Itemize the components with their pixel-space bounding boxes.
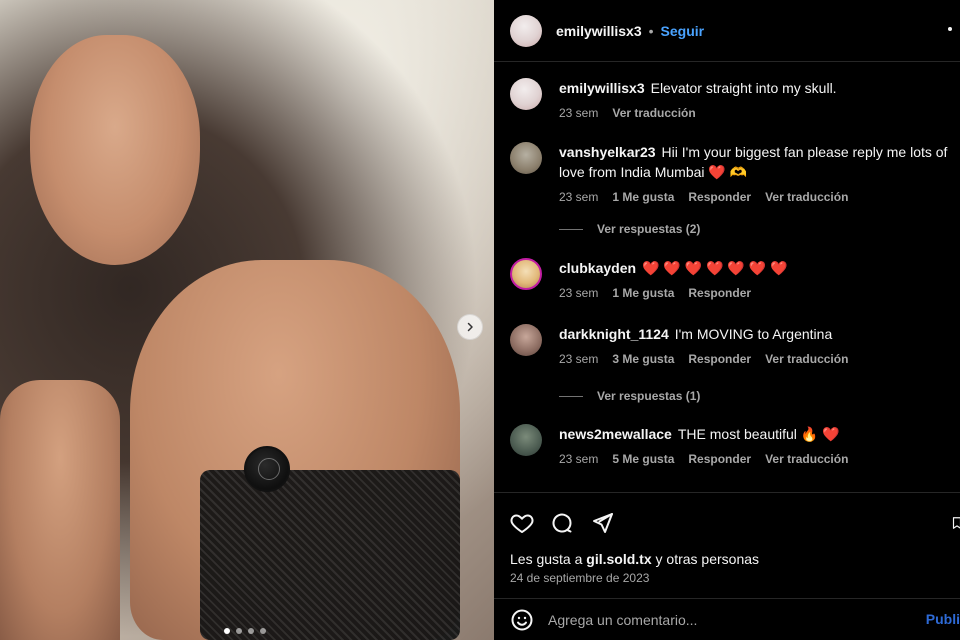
- view-replies-label[interactable]: Ver respuestas (1): [597, 389, 700, 403]
- comment-icon: [552, 513, 572, 533]
- comment-avatar[interactable]: [510, 324, 542, 356]
- smiley-icon[interactable]: [510, 608, 534, 632]
- comment-avatar[interactable]: [510, 258, 542, 290]
- comment-text: ❤️ ❤️ ❤️ ❤️ ❤️ ❤️ ❤️: [642, 260, 788, 276]
- comment-icon[interactable]: [550, 511, 574, 535]
- translate-link[interactable]: Ver traducción: [612, 106, 695, 120]
- replies-divider: [559, 395, 583, 397]
- next-media-button[interactable]: [457, 314, 483, 340]
- reply-button[interactable]: Responder: [688, 452, 751, 466]
- publish-button[interactable]: Publi: [926, 611, 960, 627]
- comment-meta: 23 sem 3 Me gusta Responder Ver traducci…: [559, 352, 954, 366]
- carousel-dots: [224, 628, 266, 634]
- action-icons: [510, 511, 614, 535]
- comments-list: emilywillisx3 Elevator straight into my s…: [494, 62, 960, 492]
- comment-likes[interactable]: 1 Me gusta: [612, 190, 674, 204]
- comment-username[interactable]: vanshyelkar23: [559, 144, 656, 160]
- carousel-dot: [224, 628, 230, 634]
- comment-likes[interactable]: 1 Me gusta: [612, 286, 674, 300]
- reply-button[interactable]: Responder: [688, 190, 751, 204]
- comment-time: 23 sem: [559, 190, 599, 204]
- comment-meta: 23 sem 1 Me gusta Responder: [559, 286, 954, 300]
- header-separator: •: [648, 22, 654, 39]
- view-replies-label[interactable]: Ver respuestas (2): [597, 222, 700, 236]
- comment-line: clubkayden ❤️ ❤️ ❤️ ❤️ ❤️ ❤️ ❤️: [559, 258, 954, 278]
- comment-content: news2mewallace THE most beautiful 🔥 ❤️ 23…: [559, 424, 954, 466]
- heart-icon: [510, 514, 534, 533]
- bookmark-icon: [952, 517, 960, 529]
- comment-text: THE most beautiful 🔥 ❤️: [677, 426, 840, 442]
- comment-username[interactable]: clubkayden: [559, 260, 636, 276]
- comment-time: 23 sem: [559, 352, 599, 366]
- replies-divider: [559, 228, 583, 230]
- send-icon: [593, 513, 613, 533]
- translate-link[interactable]: Ver traducción: [765, 352, 848, 366]
- comment-line: news2mewallace THE most beautiful 🔥 ❤️: [559, 424, 954, 444]
- media-pendant: [244, 446, 290, 492]
- carousel-dot: [260, 628, 266, 634]
- comment-likes[interactable]: 5 Me gusta: [612, 452, 674, 466]
- media-arm: [0, 380, 120, 640]
- comment-content: vanshyelkar23 Hii I'm your biggest fan pl…: [559, 142, 954, 204]
- follow-button[interactable]: Seguir: [661, 23, 705, 39]
- comment-avatar[interactable]: [510, 78, 542, 110]
- comment-username[interactable]: emilywillisx3: [559, 80, 645, 96]
- smiley-icon: [511, 609, 533, 630]
- translate-link[interactable]: Ver traducción: [765, 452, 848, 466]
- comment-line: darkknight_1124 I'm MOVING to Argentina: [559, 324, 954, 344]
- comment-avatar[interactable]: [510, 424, 542, 456]
- media-garment: [200, 470, 460, 640]
- comment-meta: 23 sem 5 Me gusta Responder Ver traducci…: [559, 452, 954, 466]
- comment-line: vanshyelkar23 Hii I'm your biggest fan pl…: [559, 142, 954, 182]
- comment-username[interactable]: news2mewallace: [559, 426, 672, 442]
- comment-time: 23 sem: [559, 106, 599, 120]
- bookmark-icon[interactable]: [950, 511, 960, 535]
- likes-prefix: Les gusta a: [510, 551, 587, 567]
- more-icon[interactable]: [948, 18, 960, 42]
- send-icon[interactable]: [590, 511, 614, 535]
- post-header: emilywillisx3 • Seguir: [494, 0, 960, 62]
- comment-content: clubkayden ❤️ ❤️ ❤️ ❤️ ❤️ ❤️ ❤️ 23 sem 1 …: [559, 258, 954, 300]
- comment-likes[interactable]: 3 Me gusta: [612, 352, 674, 366]
- likes-suffix: y otras personas: [651, 551, 760, 567]
- reply-button[interactable]: Responder: [688, 286, 751, 300]
- comment-line: emilywillisx3 Elevator straight into my s…: [559, 78, 954, 98]
- comment-time: 23 sem: [559, 286, 599, 300]
- media-face: [30, 35, 200, 265]
- comment-text: I'm MOVING to Argentina: [674, 326, 833, 342]
- chevron-right-icon: [467, 322, 473, 332]
- translate-link[interactable]: Ver traducción: [765, 190, 848, 204]
- reply-button[interactable]: Responder: [688, 352, 751, 366]
- view-replies[interactable]: Ver respuestas (2): [559, 222, 700, 236]
- view-replies[interactable]: Ver respuestas (1): [559, 389, 700, 403]
- comment-meta: 23 sem 1 Me gusta Responder Ver traducci…: [559, 190, 954, 204]
- likes-user[interactable]: gil.sold.tx: [586, 551, 651, 567]
- comment-avatar[interactable]: [510, 142, 542, 174]
- comment-text: Elevator straight into my skull.: [650, 80, 837, 96]
- comment-content: emilywillisx3 Elevator straight into my s…: [559, 78, 954, 120]
- post-username[interactable]: emilywillisx3: [556, 23, 642, 39]
- comment-composer: Publi: [494, 598, 960, 640]
- post-media: [0, 0, 494, 640]
- comment-username[interactable]: darkknight_1124: [559, 326, 669, 342]
- comment-content: darkknight_1124 I'm MOVING to Argentina 2…: [559, 324, 954, 366]
- heart-icon[interactable]: [510, 511, 534, 535]
- carousel-dot: [236, 628, 242, 634]
- carousel-dot: [248, 628, 254, 634]
- post-panel: emilywillisx3 • Seguir emilywillisx3 Elev…: [494, 0, 960, 640]
- more-dot: [948, 27, 952, 31]
- post-date: 24 de septiembre de 2023: [510, 571, 650, 585]
- comment-input[interactable]: [548, 607, 878, 632]
- comment-meta: 23 sem Ver traducción: [559, 106, 954, 120]
- comment-time: 23 sem: [559, 452, 599, 466]
- likes-summary[interactable]: Les gusta a gil.sold.tx y otras personas: [510, 551, 759, 567]
- avatar[interactable]: [510, 14, 542, 47]
